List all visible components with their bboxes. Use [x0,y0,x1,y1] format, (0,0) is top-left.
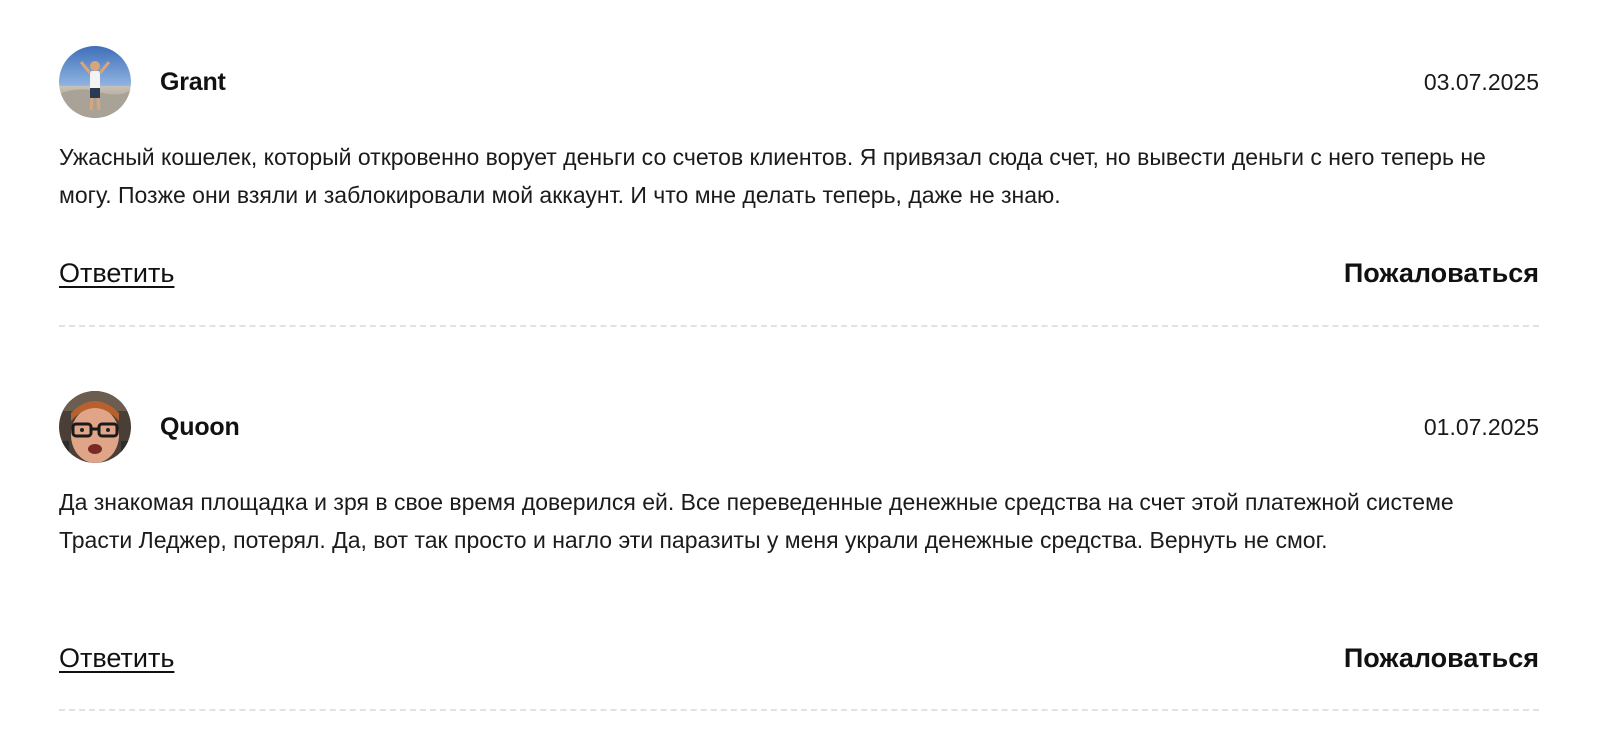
comment-date: 01.07.2025 [1423,414,1539,440]
report-link[interactable]: Пожаловаться [1344,643,1539,674]
comment-text: Ужасный кошелек, который откровенно вору… [59,144,1486,208]
comment-item: Grant 03.07.2025 Ужасный кошелек, которы… [59,0,1539,327]
report-link[interactable]: Пожаловаться [1344,258,1539,289]
comment-author: Quoon [160,413,240,441]
comment-actions: Ответить Пожаловаться [59,258,1539,298]
comments-list: Grant 03.07.2025 Ужасный кошелек, которы… [59,0,1539,711]
reply-link[interactable]: Ответить [59,258,174,289]
avatar [59,46,131,118]
comment-text: Да знакомая площадка и зря в свое время … [59,489,1454,553]
comment-item: Quoon 01.07.2025 Да знакомая площадка и … [59,327,1539,711]
comment-author: Grant [160,68,226,96]
avatar [59,391,131,463]
comment-actions: Ответить Пожаловаться [59,643,1539,683]
comment-header: Grant 03.07.2025 [59,46,1539,120]
comment-date: 03.07.2025 [1423,69,1539,95]
reply-link[interactable]: Ответить [59,643,174,674]
comment-header: Quoon 01.07.2025 [59,391,1539,465]
